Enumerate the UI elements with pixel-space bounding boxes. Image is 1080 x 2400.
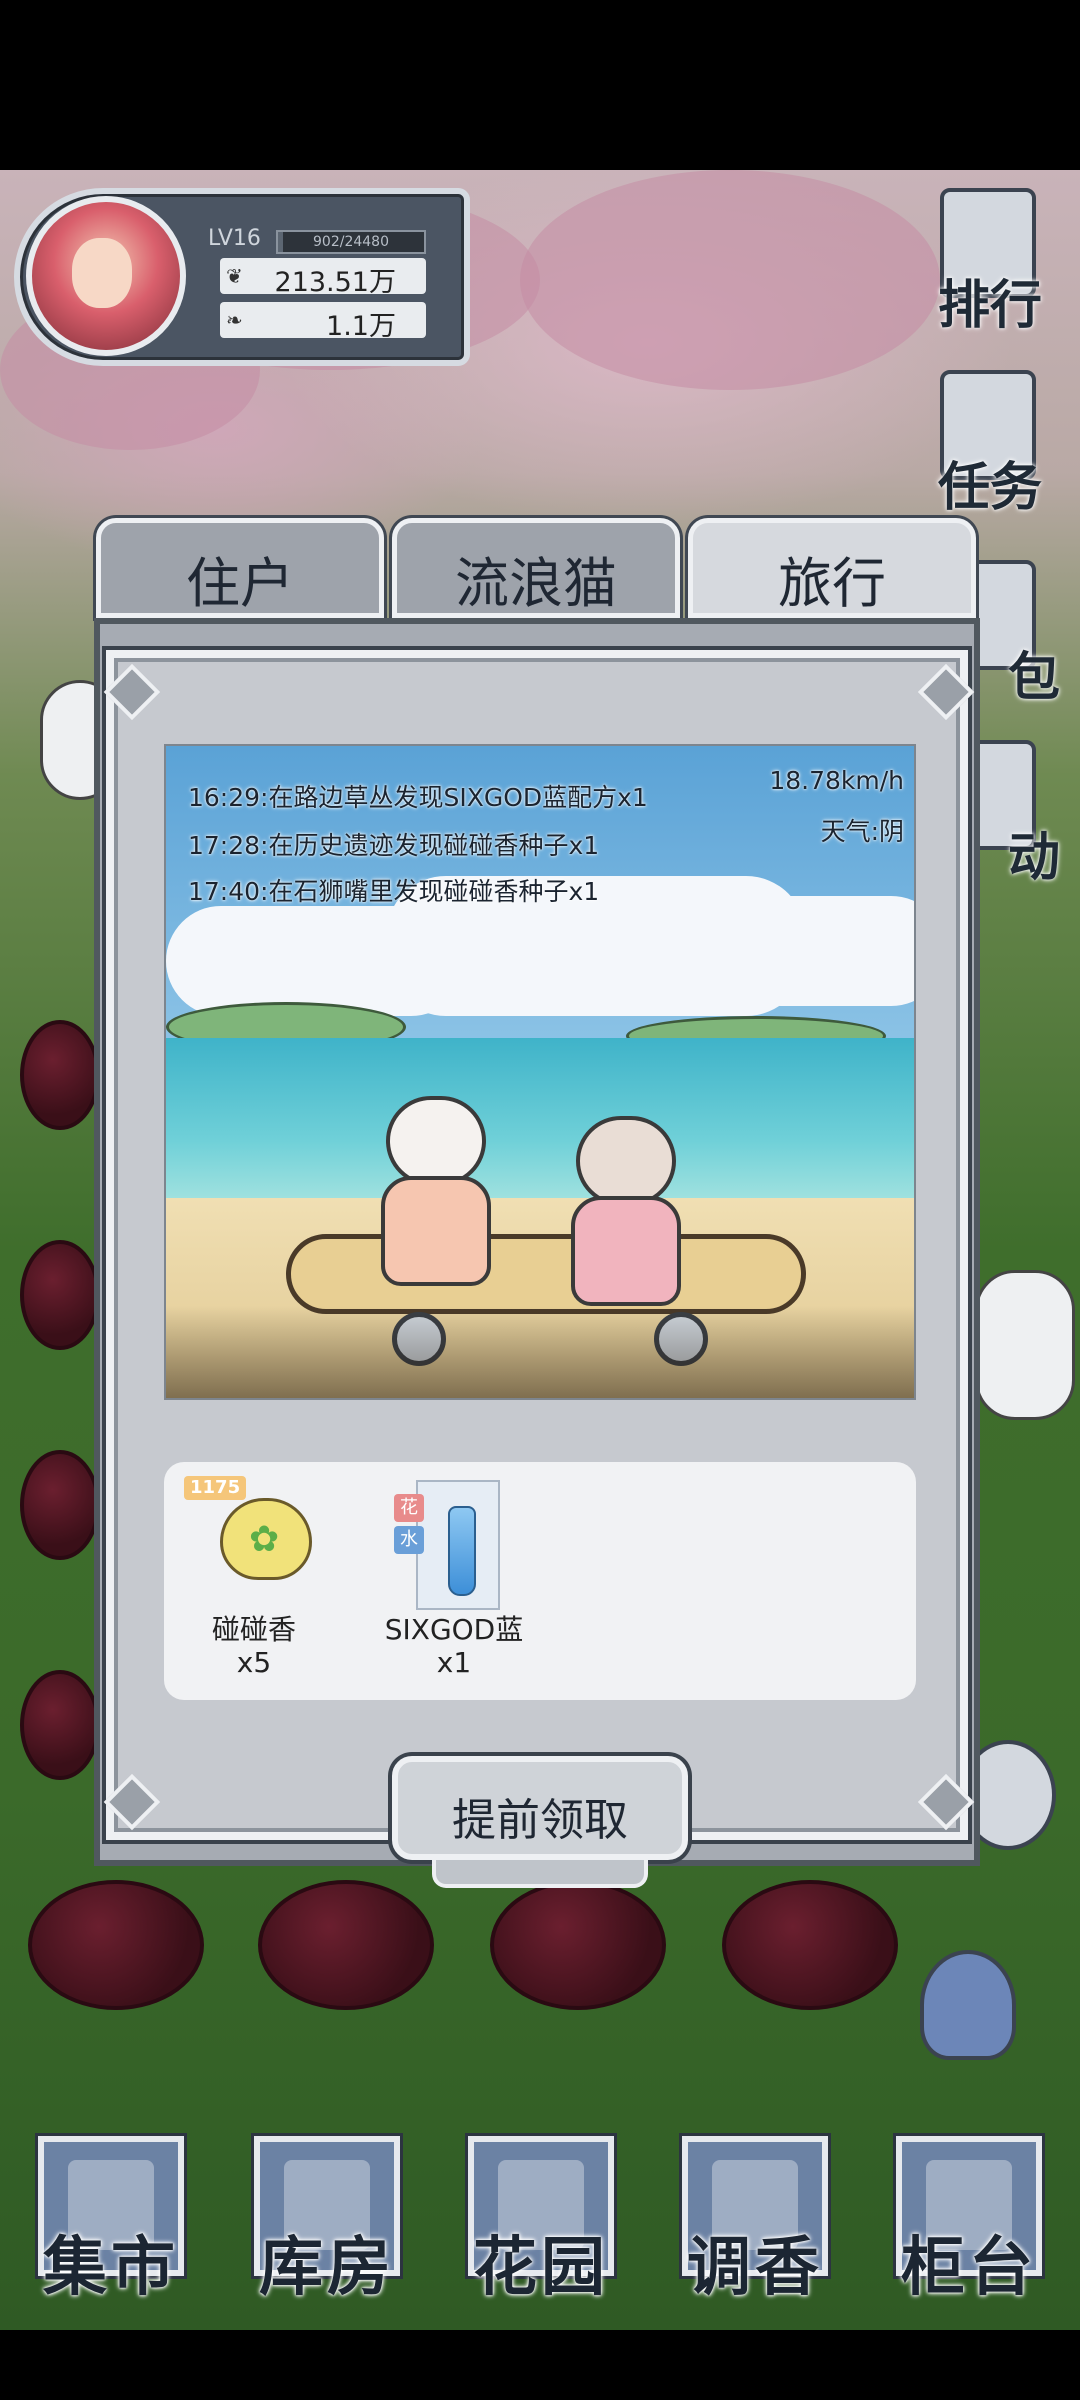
currency-secondary: ❧ 1.1万: [220, 302, 426, 342]
garden-plot[interactable]: [258, 1880, 434, 2010]
reward-qty: x1: [436, 1646, 472, 1679]
travel-weather: 天气:阴: [820, 817, 904, 846]
nav-counter[interactable]: 柜台: [884, 2120, 1054, 2310]
perfume-bottle-icon: [416, 1480, 500, 1610]
currency-primary: ❦ 213.51万: [220, 258, 426, 298]
traveling-cat-2[interactable]: [566, 1116, 686, 1316]
close-button-edge[interactable]: [432, 1860, 648, 1888]
heart-drops-icon: ❦: [226, 264, 243, 288]
claim-early-button[interactable]: 提前领取: [392, 1756, 688, 1860]
travel-speed: 18.78km/h: [769, 766, 904, 795]
tab-residents[interactable]: 住户: [96, 518, 384, 618]
garden-plot[interactable]: [20, 1020, 100, 1130]
reward-item-seed[interactable]: 1175 碰碰香 x5: [174, 1476, 334, 1690]
tasks-button[interactable]: 任务: [920, 370, 1060, 520]
nav-garden[interactable]: 花园: [456, 2120, 626, 2310]
nav-counter-label: 柜台: [901, 2230, 1037, 2305]
tab-residents-label: 住户: [186, 552, 294, 615]
avatar-face: [72, 238, 132, 308]
claim-early-label: 提前领取: [452, 1795, 628, 1846]
gift-bag-icon: [920, 1950, 1016, 2060]
reward-item-perfume[interactable]: 花 水 SIXGOD蓝 x1: [354, 1480, 554, 1690]
flower-tag: 花: [394, 1494, 424, 1522]
scene-sea: [166, 1038, 914, 1208]
game-screen: LV16 902/24480 ❦ 213.51万 ❧ 1.1万 排行 任务 包 …: [0, 0, 1080, 2400]
scene-cloud: [726, 896, 914, 1006]
leaf-drops-icon: ❧: [226, 308, 243, 332]
cat-head: [386, 1096, 486, 1186]
rewards-panel: 1175 碰碰香 x5 花 水 SIXGOD蓝 x1: [164, 1462, 916, 1700]
nav-warehouse-label: 库房: [259, 2230, 395, 2305]
garden-plot[interactable]: [20, 1450, 100, 1560]
tab-travel[interactable]: 旅行: [688, 518, 976, 618]
travel-log-line-3: 17:40:在石狮嘴里发现碰碰香种子x1: [188, 877, 600, 906]
garden-plot[interactable]: [722, 1880, 898, 2010]
gift-bag-button[interactable]: [900, 1950, 1040, 2100]
nav-garden-label: 花园: [473, 2230, 609, 2305]
travel-log-line-1: 16:29:在路边草丛发现SIXGOD蓝配方x1: [188, 783, 648, 812]
garden-plot[interactable]: [28, 1880, 204, 2010]
xp-text: 902/24480: [313, 234, 389, 250]
currency-secondary-value: 1.1万: [326, 311, 396, 342]
reward-name: 碰碰香: [211, 1613, 296, 1646]
nav-market[interactable]: 集市: [26, 2120, 196, 2310]
player-level: LV16: [208, 226, 261, 251]
reward-name: SIXGOD蓝: [384, 1613, 524, 1646]
cat-dress-pink: [381, 1176, 491, 1286]
skateboard: [286, 1234, 806, 1314]
nav-market-label: 集市: [43, 2230, 179, 2305]
reward-qty: x5: [236, 1646, 272, 1679]
garden-plot[interactable]: [20, 1240, 100, 1350]
bottom-navigation: 集市 库房 花园 调香 柜台: [0, 2120, 1080, 2320]
ranking-label: 排行: [937, 275, 1042, 336]
tab-travel-label: 旅行: [778, 552, 886, 615]
cat-head: [576, 1116, 676, 1206]
right-cat[interactable]: [975, 1270, 1075, 1420]
scene-foreground-shadow: [166, 1306, 914, 1398]
reward-badge-count: 1175: [184, 1476, 247, 1500]
cat-dress-rose: [571, 1196, 681, 1306]
xp-bar: 902/24480: [276, 230, 426, 254]
nav-perfumery-label: 调香: [687, 2230, 823, 2305]
ranking-button[interactable]: 排行: [920, 188, 1060, 338]
travel-scene: 16:29:在路边草丛发现SIXGOD蓝配方x1 17:28:在历史遗迹发现碰碰…: [164, 744, 916, 1400]
travel-log-line-2: 17:28:在历史遗迹发现碰碰香种子x1: [188, 831, 600, 860]
traveling-cat-1[interactable]: [376, 1096, 496, 1296]
nav-perfumery[interactable]: 调香: [670, 2120, 840, 2310]
garden-plot[interactable]: [490, 1880, 666, 2010]
tasks-label: 任务: [937, 457, 1042, 518]
currency-primary-value: 213.51万: [274, 267, 396, 298]
nav-warehouse[interactable]: 库房: [242, 2120, 412, 2310]
garden-plot[interactable]: [20, 1670, 100, 1780]
tab-stray-cats-label: 流浪猫: [455, 552, 617, 615]
tab-stray-cats[interactable]: 流浪猫: [392, 518, 680, 618]
water-tag: 水: [394, 1526, 424, 1554]
bottle-shape: [448, 1506, 476, 1596]
seed-bag-shape: [220, 1498, 312, 1580]
travel-modal-tabs: 住户 流浪猫 旅行: [96, 518, 976, 618]
